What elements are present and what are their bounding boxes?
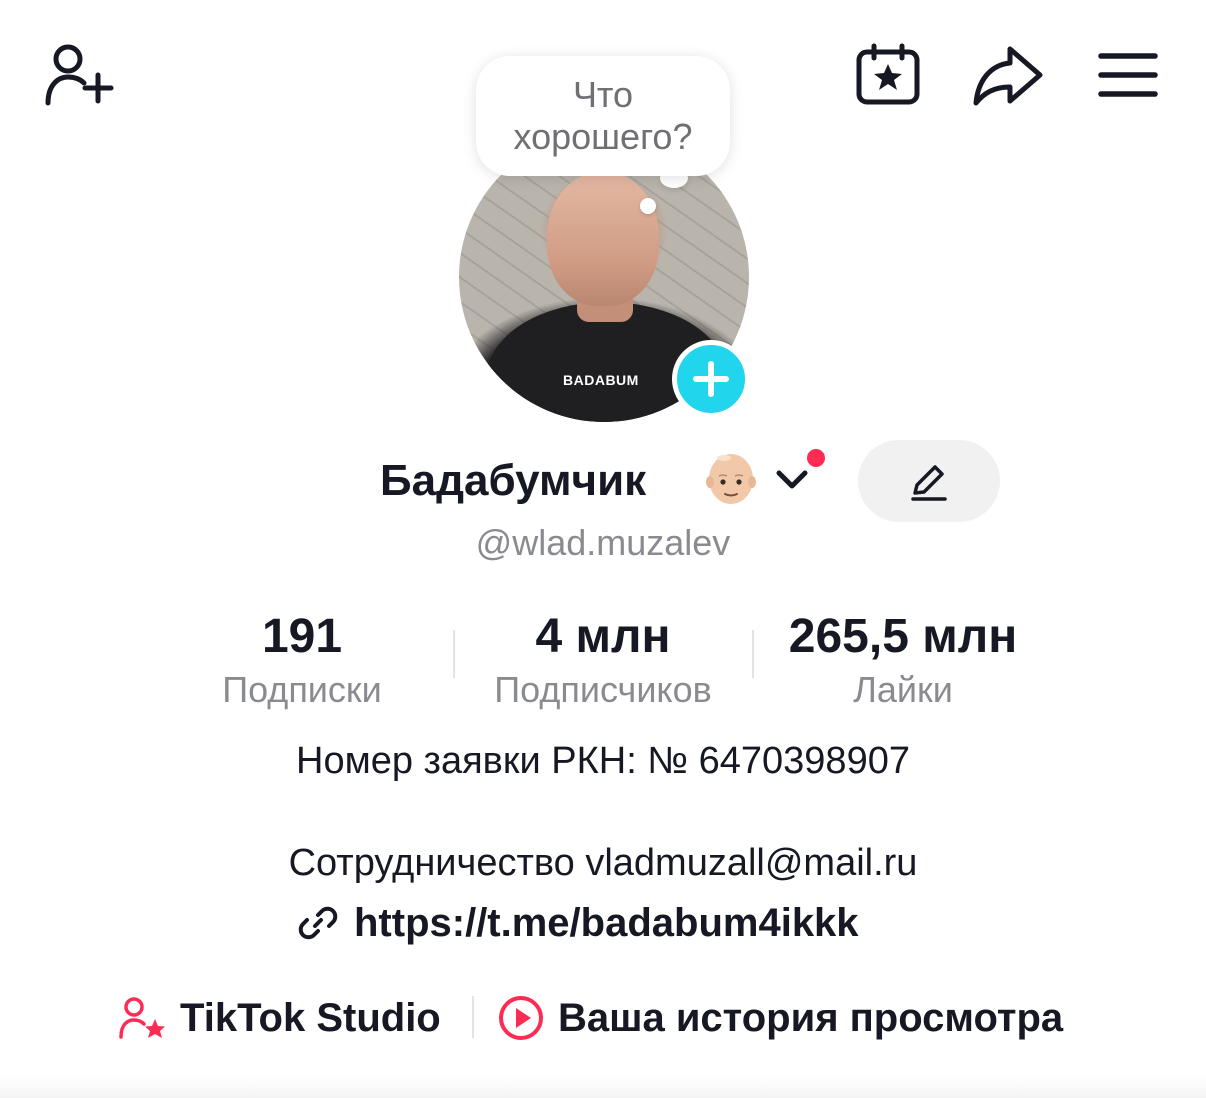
stat-followers-label: Подписчиков [494,669,712,710]
stat-following-value: 191 [261,610,343,663]
bio-link[interactable]: https://t.me/badabum4ikkk [298,898,859,948]
add-friend-button[interactable] [38,40,118,110]
stat-likes-label: Лайки [853,669,953,710]
shortcut-divider [472,996,474,1038]
stat-divider [453,630,455,678]
stat-following-label: Подписки [222,669,382,710]
person-star-icon [119,997,165,1039]
tiktok-studio-label: TikTok Studio [180,995,441,1040]
display-name: Бадабумчик [380,456,647,505]
thought-bubble-text: Что хорошего? [513,74,693,157]
calendar-button[interactable] [852,40,924,110]
share-arrow-icon [973,46,1043,106]
username-handle: @wlad.muzalev [475,522,731,563]
stat-likes[interactable]: 265,5 млн Лайки [770,610,1036,714]
notification-dot [804,446,828,470]
watch-history-label: Ваша история просмотра [558,995,1064,1040]
stat-likes-value: 265,5 млн [788,610,1018,663]
chevron-down-icon [776,470,808,489]
watch-history-button[interactable]: Ваша история просмотра [496,990,1063,1046]
stat-divider [752,630,754,678]
pencil-icon [911,465,947,501]
bald-person-emoji-icon [704,450,758,508]
calendar-star-icon [856,43,920,105]
person-plus-icon [45,44,114,106]
share-button[interactable] [968,40,1046,110]
menu-button[interactable] [1094,46,1162,104]
bio-line-contact: Сотрудничество vladmuzall@mail.ru [288,842,918,884]
hamburger-menu-icon [1098,53,1158,97]
stat-followers-value: 4 млн [535,610,671,663]
stat-followers[interactable]: 4 млн Подписчиков [470,610,736,714]
plus-icon [693,361,729,397]
bio-line-rkn: Номер заявки РКН: № 6470398907 [296,740,910,782]
content-separator [0,1076,1206,1098]
stat-following[interactable]: 191 Подписки [190,610,414,714]
avatar-shirt-text: BADABUM [563,372,639,388]
thought-bubble[interactable]: Что хорошего? [476,56,730,176]
link-icon [298,906,338,940]
bio-link-text: https://t.me/badabum4ikkk [354,900,859,945]
avatar-head [547,172,659,306]
add-story-button[interactable] [672,340,750,418]
play-circle-icon [499,996,543,1040]
bubble-tail-dot [640,198,656,214]
tiktok-studio-button[interactable]: TikTok Studio [118,990,441,1046]
account-switch-chevron[interactable] [774,464,810,499]
edit-profile-button[interactable] [858,440,1000,522]
